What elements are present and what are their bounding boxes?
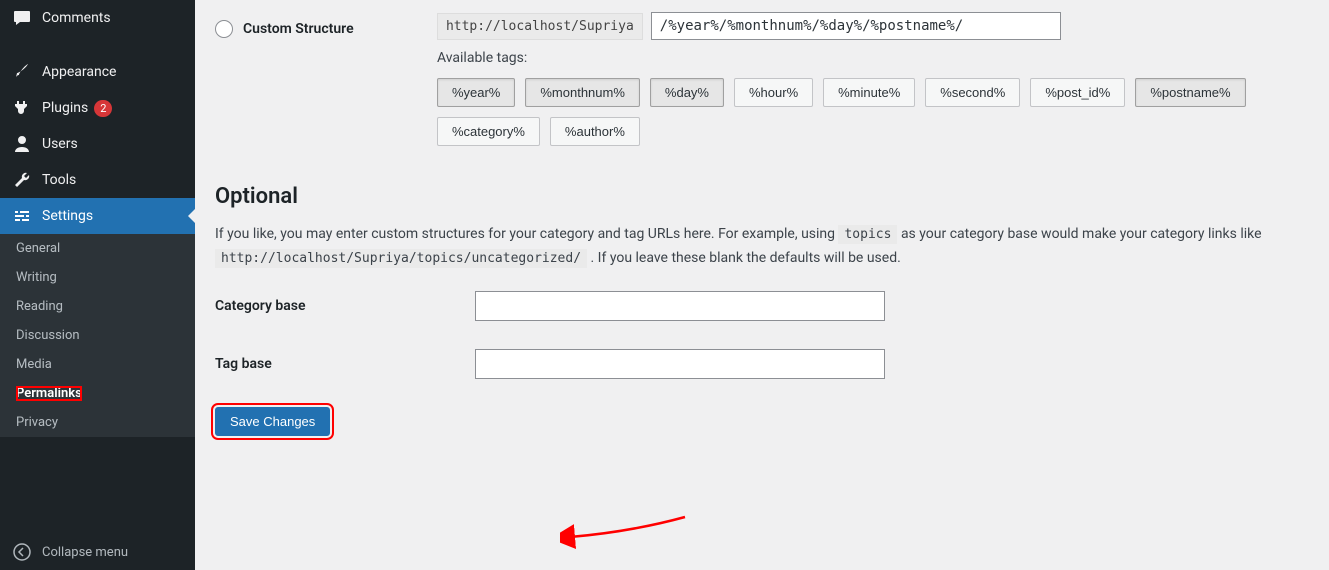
structure-tag-button[interactable]: %second%	[925, 78, 1020, 107]
custom-structure-label: Custom Structure	[243, 21, 354, 37]
submenu-item-permalinks[interactable]: Permalinks	[0, 379, 195, 408]
submenu-item-reading[interactable]: Reading	[0, 292, 195, 321]
structure-tags-row: %year% %monthnum% %day% %hour% %minute% %seco…	[437, 78, 1309, 146]
example-code-topics: topics	[838, 225, 897, 244]
submenu-item-writing[interactable]: Writing	[0, 263, 195, 292]
custom-structure-radio[interactable]	[215, 20, 233, 38]
save-changes-button[interactable]: Save Changes	[215, 407, 330, 436]
structure-tag-button[interactable]: %post_id%	[1030, 78, 1125, 107]
sidebar-item-comments[interactable]: Comments	[0, 0, 195, 36]
tag-base-label: Tag base	[215, 356, 475, 372]
sidebar-item-label: Appearance	[42, 64, 116, 80]
optional-description: If you like, you may enter custom struct…	[215, 223, 1309, 271]
sidebar-item-label: Plugins	[42, 100, 88, 116]
admin-sidebar: Comments Appearance Plugins 2 Users Tools Sett…	[0, 0, 195, 570]
sidebar-item-label: Users	[42, 136, 78, 152]
category-base-input[interactable]	[475, 291, 885, 321]
settings-submenu: GeneralWritingReadingDiscussionMediaPerm…	[0, 234, 195, 437]
sidebar-item-settings[interactable]: Settings	[0, 198, 195, 234]
sidebar-item-appearance[interactable]: Appearance	[0, 54, 195, 90]
wrench-icon	[12, 170, 32, 190]
collapse-menu-button[interactable]: Collapse menu	[0, 534, 195, 570]
structure-tag-button[interactable]: %monthnum%	[525, 78, 640, 107]
structure-tag-button[interactable]: %category%	[437, 117, 540, 146]
structure-tag-button[interactable]: %minute%	[823, 78, 915, 107]
plug-icon	[12, 98, 32, 118]
sliders-icon	[12, 206, 32, 226]
site-base-url: http://localhost/Supriya	[437, 13, 643, 40]
available-tags-label: Available tags:	[437, 50, 1309, 66]
structure-tag-button[interactable]: %day%	[650, 78, 724, 107]
submenu-item-privacy[interactable]: Privacy	[0, 408, 195, 437]
custom-structure-row: Custom Structure http://localhost/Supriy…	[215, 12, 1309, 156]
submenu-item-discussion[interactable]: Discussion	[0, 321, 195, 350]
sidebar-item-label: Tools	[42, 172, 76, 188]
category-base-row: Category base	[215, 291, 1309, 321]
collapse-label: Collapse menu	[42, 545, 128, 560]
example-code-url: http://localhost/Supriya/topics/uncatego…	[215, 249, 587, 268]
sidebar-item-plugins[interactable]: Plugins 2	[0, 90, 195, 126]
sidebar-item-users[interactable]: Users	[0, 126, 195, 162]
collapse-icon	[12, 542, 32, 562]
tag-base-input[interactable]	[475, 349, 885, 379]
submenu-item-general[interactable]: General	[0, 234, 195, 263]
tag-base-row: Tag base	[215, 349, 1309, 379]
structure-tag-button[interactable]: %hour%	[734, 78, 813, 107]
structure-tag-button[interactable]: %postname%	[1135, 78, 1245, 107]
annotation-arrow	[560, 512, 690, 552]
sidebar-item-tools[interactable]: Tools	[0, 162, 195, 198]
brush-icon	[12, 62, 32, 82]
category-base-label: Category base	[215, 298, 475, 314]
sidebar-item-label: Comments	[42, 10, 111, 26]
structure-tag-button[interactable]: %year%	[437, 78, 515, 107]
update-badge: 2	[94, 100, 112, 117]
comment-icon	[12, 8, 32, 28]
sidebar-item-label: Settings	[42, 208, 93, 224]
optional-heading: Optional	[215, 184, 1309, 209]
permalink-structure-input[interactable]	[651, 12, 1061, 40]
user-icon	[12, 134, 32, 154]
main-content: Custom Structure http://localhost/Supriy…	[195, 0, 1329, 570]
submenu-item-media[interactable]: Media	[0, 350, 195, 379]
structure-tag-button[interactable]: %author%	[550, 117, 640, 146]
